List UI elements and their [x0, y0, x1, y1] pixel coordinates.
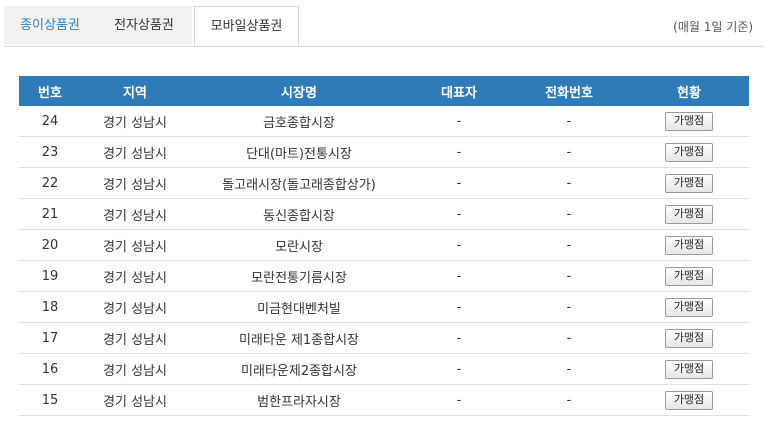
row-number: 23	[19, 136, 81, 168]
reference-date-note: (매월 1일 기준)	[673, 20, 753, 34]
table-row: 23 경기 성남시 단대(마트)전통시장 - - 가맹점	[19, 136, 749, 168]
row-representative: -	[409, 136, 509, 168]
row-representative: -	[409, 291, 509, 323]
header-market-name: 시장명	[189, 76, 409, 106]
row-region: 경기 성남시	[81, 136, 189, 168]
row-phone: -	[509, 106, 629, 137]
row-status: 가맹점	[629, 198, 749, 230]
affiliate-store-button[interactable]: 가맹점	[664, 328, 714, 348]
row-number: 16	[19, 353, 81, 385]
table-row: 19 경기 성남시 모란전통기름시장 - - 가맹점	[19, 260, 749, 292]
tab-bar: 종이상품권 전자상품권 모바일상품권	[4, 6, 764, 47]
tab-electronic-voucher[interactable]: 전자상품권	[96, 6, 192, 45]
tab-mobile-voucher[interactable]: 모바일상품권	[194, 6, 299, 46]
row-phone: -	[509, 167, 629, 199]
row-region: 경기 성남시	[81, 384, 189, 416]
row-status: 가맹점	[629, 322, 749, 354]
row-market-name: 모란전통기름시장	[189, 260, 409, 292]
table-header-row: 번호 지역 시장명 대표자 전화번호 현황	[19, 76, 749, 106]
row-market-name: 미금현대벤처빌	[189, 291, 409, 323]
row-number: 15	[19, 384, 81, 416]
row-phone: -	[509, 260, 629, 292]
row-market-name: 미래타운제2종합시장	[189, 353, 409, 385]
table-row: 16 경기 성남시 미래타운제2종합시장 - - 가맹점	[19, 353, 749, 385]
table-row: 17 경기 성남시 미래타운 제1종합시장 - - 가맹점	[19, 322, 749, 354]
affiliate-store-button[interactable]: 가맹점	[664, 111, 714, 131]
tab-paper-voucher[interactable]: 종이상품권	[4, 6, 96, 45]
row-representative: -	[409, 229, 509, 261]
header-region: 지역	[81, 76, 189, 106]
row-representative: -	[409, 260, 509, 292]
row-phone: -	[509, 229, 629, 261]
row-status: 가맹점	[629, 167, 749, 199]
row-status: 가맹점	[629, 291, 749, 323]
affiliate-store-button[interactable]: 가맹점	[664, 142, 714, 162]
affiliate-store-button[interactable]: 가맹점	[664, 266, 714, 286]
row-region: 경기 성남시	[81, 353, 189, 385]
row-status: 가맹점	[629, 353, 749, 385]
row-market-name: 미래타운 제1종합시장	[189, 322, 409, 354]
row-market-name: 모란시장	[189, 229, 409, 261]
table-row: 18 경기 성남시 미금현대벤처빌 - - 가맹점	[19, 291, 749, 323]
affiliate-store-button[interactable]: 가맹점	[664, 235, 714, 255]
row-region: 경기 성남시	[81, 260, 189, 292]
table-row: 22 경기 성남시 돌고래시장(돌고래종합상가) - - 가맹점	[19, 167, 749, 199]
row-representative: -	[409, 167, 509, 199]
row-region: 경기 성남시	[81, 229, 189, 261]
affiliate-store-button[interactable]: 가맹점	[664, 390, 714, 410]
row-status: 가맹점	[629, 260, 749, 292]
row-number: 17	[19, 322, 81, 354]
row-phone: -	[509, 322, 629, 354]
affiliate-store-button[interactable]: 가맹점	[664, 173, 714, 193]
row-status: 가맹점	[629, 229, 749, 261]
row-region: 경기 성남시	[81, 291, 189, 323]
row-phone: -	[509, 384, 629, 416]
row-status: 가맹점	[629, 136, 749, 168]
row-region: 경기 성남시	[81, 322, 189, 354]
row-region: 경기 성남시	[81, 198, 189, 230]
row-number: 20	[19, 229, 81, 261]
row-representative: -	[409, 384, 509, 416]
table-row: 24 경기 성남시 금호종합시장 - - 가맹점	[19, 106, 749, 137]
affiliate-store-button[interactable]: 가맹점	[664, 204, 714, 224]
row-status: 가맹점	[629, 384, 749, 416]
row-representative: -	[409, 353, 509, 385]
row-number: 19	[19, 260, 81, 292]
row-market-name: 범한프라자시장	[189, 384, 409, 416]
row-market-name: 금호종합시장	[189, 106, 409, 137]
row-number: 18	[19, 291, 81, 323]
row-number: 22	[19, 167, 81, 199]
affiliate-store-button[interactable]: 가맹점	[664, 297, 714, 317]
table-row: 21 경기 성남시 동신종합시장 - - 가맹점	[19, 198, 749, 230]
row-representative: -	[409, 198, 509, 230]
row-market-name: 돌고래시장(돌고래종합상가)	[189, 167, 409, 199]
header-status: 현황	[629, 76, 749, 106]
header-representative: 대표자	[409, 76, 509, 106]
row-region: 경기 성남시	[81, 106, 189, 137]
market-table: 번호 지역 시장명 대표자 전화번호 현황 24 경기 성남시 금호종합시장 - - 가맹…	[19, 76, 749, 416]
table-row: 20 경기 성남시 모란시장 - - 가맹점	[19, 229, 749, 261]
row-region: 경기 성남시	[81, 167, 189, 199]
row-phone: -	[509, 291, 629, 323]
row-representative: -	[409, 322, 509, 354]
row-phone: -	[509, 198, 629, 230]
table-row: 15 경기 성남시 범한프라자시장 - - 가맹점	[19, 384, 749, 416]
row-number: 21	[19, 198, 81, 230]
row-number: 24	[19, 106, 81, 137]
row-phone: -	[509, 353, 629, 385]
row-market-name: 동신종합시장	[189, 198, 409, 230]
row-representative: -	[409, 106, 509, 137]
header-number: 번호	[19, 76, 81, 106]
header-phone: 전화번호	[509, 76, 629, 106]
row-status: 가맹점	[629, 106, 749, 137]
affiliate-store-button[interactable]: 가맹점	[664, 359, 714, 379]
row-market-name: 단대(마트)전통시장	[189, 136, 409, 168]
row-phone: -	[509, 136, 629, 168]
